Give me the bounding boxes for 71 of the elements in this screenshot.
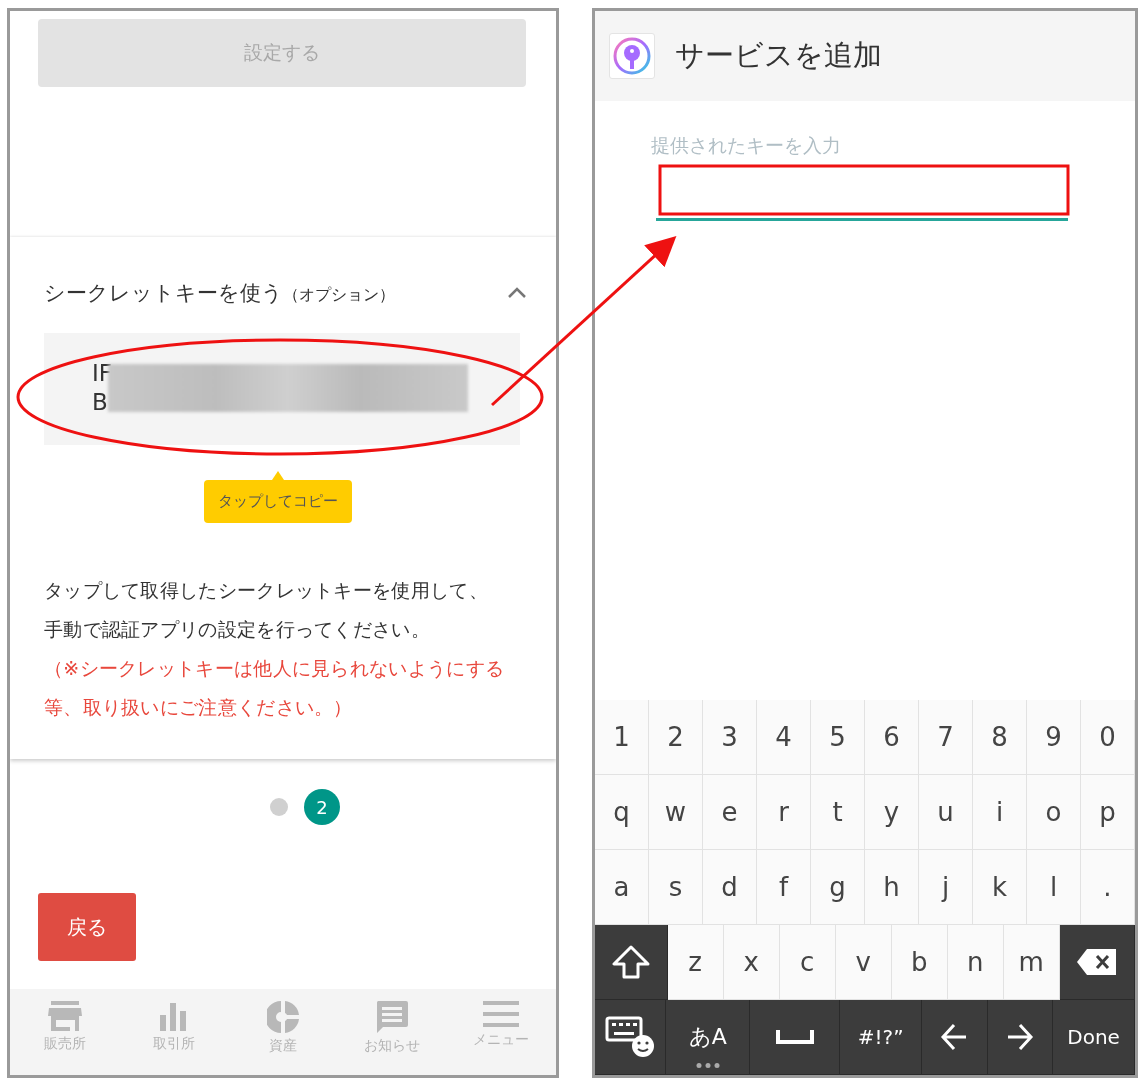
backspace-icon xyxy=(1076,949,1117,975)
chevron-icon[interactable] xyxy=(508,287,526,299)
keyboard-emoji-icon xyxy=(605,1016,655,1058)
store-icon xyxy=(47,1001,82,1031)
keyboard-key[interactable]: a xyxy=(595,850,649,925)
section-title: シークレットキーを使う（オプション） xyxy=(44,280,395,307)
keyboard-key[interactable]: 1 xyxy=(595,700,649,775)
keyboard-key[interactable] xyxy=(595,925,668,1000)
keyboard-key[interactable]: k xyxy=(973,850,1027,925)
keyboard-key[interactable] xyxy=(987,1000,1054,1075)
keyboard-key[interactable]: j xyxy=(919,850,973,925)
keyboard-key[interactable]: m xyxy=(1003,925,1060,1000)
keyboard-key[interactable]: o xyxy=(1027,775,1081,850)
keyboard-key[interactable]: t xyxy=(811,775,865,850)
pie-chart-icon xyxy=(266,1001,299,1033)
keyboard-key[interactable] xyxy=(922,1000,988,1075)
keyboard-key[interactable]: b xyxy=(891,925,948,1000)
keyboard-key[interactable]: i xyxy=(973,775,1027,850)
keyboard-key[interactable]: y xyxy=(865,775,919,850)
keyboard-key[interactable]: l xyxy=(1027,850,1081,925)
keyboard-key[interactable]: 6 xyxy=(865,700,919,775)
keyboard-key[interactable]: 5 xyxy=(811,700,865,775)
keyboard-key[interactable]: Done xyxy=(1053,1000,1135,1075)
shift-icon xyxy=(610,945,651,979)
page-indicator[interactable]: 2 xyxy=(304,789,340,825)
keyboard-key[interactable] xyxy=(1059,925,1135,1000)
keyboard-key[interactable]: r xyxy=(757,775,811,850)
screen-title: サービスを追加 xyxy=(675,37,882,74)
keyboard-key[interactable]: z xyxy=(667,925,724,1000)
keyboard-key[interactable]: 2 xyxy=(649,700,703,775)
secret-key-text: IF xyxy=(92,359,112,388)
keyboard-key[interactable]: p xyxy=(1081,775,1135,850)
keyboard-key[interactable]: h xyxy=(865,850,919,925)
bar-chart-icon xyxy=(159,1001,188,1031)
keyboard-key[interactable]: q xyxy=(595,775,649,850)
secret-key-box[interactable]: IF B xyxy=(44,333,520,445)
keyboard-key[interactable]: e xyxy=(703,775,757,850)
keyboard-key[interactable]: 7 xyxy=(919,700,973,775)
warning-text: （※シークレットキーは他人に見られないようにする等、取り扱いにご注意ください。） xyxy=(44,656,506,720)
keyboard-key[interactable]: 0 xyxy=(1081,700,1135,775)
secret-key-text: B xyxy=(92,388,108,417)
keyboard-key[interactable]: 9 xyxy=(1027,700,1081,775)
keyboard-key[interactable] xyxy=(750,1000,841,1075)
keyboard-key[interactable]: s xyxy=(649,850,703,925)
keyboard-key[interactable]: x xyxy=(723,925,780,1000)
keyboard-key[interactable]: g xyxy=(811,850,865,925)
keyboard-key[interactable]: w xyxy=(649,775,703,850)
keyboard-key[interactable]: v xyxy=(835,925,892,1000)
keyboard-key[interactable]: u xyxy=(919,775,973,850)
left-arrow-icon xyxy=(940,1023,969,1051)
app-icon xyxy=(609,33,655,79)
keyboard-key[interactable]: 4 xyxy=(757,700,811,775)
keyboard-key[interactable]: 3 xyxy=(703,700,757,775)
keyboard-key[interactable]: . xyxy=(1081,850,1135,925)
keyboard-key[interactable]: f xyxy=(757,850,811,925)
message-icon xyxy=(376,1001,409,1033)
instructions-text: タップして取得したシークレットキーを使用して、手動で認証アプリの設定を行ってください。 xyxy=(44,578,489,642)
back-button[interactable]: 戻る xyxy=(38,893,136,961)
keyboard-key[interactable]: あA xyxy=(666,1000,751,1075)
keyboard-key[interactable]: 8 xyxy=(973,700,1027,775)
keyboard-key[interactable]: d xyxy=(703,850,757,925)
field-label: 提供されたキーを入力 xyxy=(651,133,842,158)
keyboard-key[interactable]: c xyxy=(779,925,836,1000)
right-arrow-icon xyxy=(1005,1023,1034,1051)
keyboard-key[interactable] xyxy=(595,1000,666,1075)
space-icon xyxy=(775,1030,814,1044)
menu-icon xyxy=(483,1001,520,1027)
keyboard-key[interactable]: n xyxy=(947,925,1004,1000)
more-dots-icon xyxy=(696,1063,720,1068)
copy-tooltip: タップしてコピー xyxy=(204,480,352,523)
keyboard-key[interactable]: #!?” xyxy=(840,1000,922,1075)
